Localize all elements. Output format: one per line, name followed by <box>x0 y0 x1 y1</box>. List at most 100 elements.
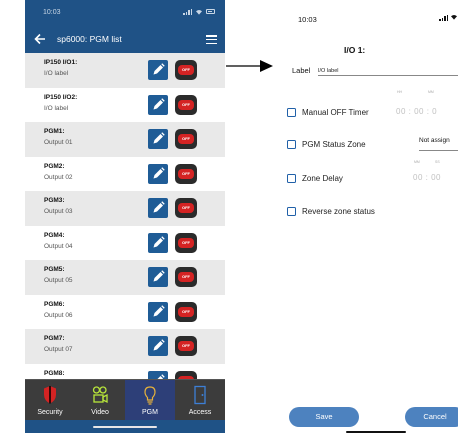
save-button[interactable]: Save <box>289 407 359 427</box>
pgm-list-item[interactable]: PGM1: Output 01 OFF <box>25 122 225 157</box>
off-label: OFF <box>178 203 194 213</box>
pgm-status-zone-select[interactable]: Not assign <box>419 137 458 151</box>
pgm-item-name: PGM4: <box>44 231 65 239</box>
tab-security-label: Security <box>37 409 63 416</box>
off-label: OFF <box>178 99 194 110</box>
delay-mm-unit: MM <box>414 160 420 164</box>
pgm-item-label: Output 02 <box>44 173 73 181</box>
back-arrow-icon[interactable] <box>33 32 47 46</box>
edit-pencil-button[interactable] <box>148 301 168 322</box>
tab-pgm[interactable]: PGM <box>125 380 175 421</box>
off-label: OFF <box>178 134 194 144</box>
tab-security[interactable]: Security <box>25 380 75 421</box>
off-label: OFF <box>178 168 194 179</box>
off-label: OFF <box>178 65 194 75</box>
manual-off-timer-checkbox[interactable] <box>287 108 296 117</box>
hamburger-menu-icon[interactable] <box>206 35 217 45</box>
home-indicator <box>25 420 225 433</box>
signal-icon <box>183 8 192 15</box>
edit-pencil-button[interactable] <box>148 129 168 149</box>
pgm-item-label: Output 07 <box>44 346 73 353</box>
pgm-list-item[interactable]: IP150 I/O1: I/O label OFF <box>25 53 225 88</box>
wifi-icon <box>451 14 457 20</box>
off-toggle-button[interactable]: OFF <box>175 163 197 184</box>
edit-pencil-button[interactable] <box>148 94 168 115</box>
pgm-status-zone-checkbox[interactable] <box>287 140 296 149</box>
pgm-item-label: Output 01 <box>44 139 73 146</box>
pgm-list: IP150 I/O1: I/O label OFF IP150 I/O2: I/O la… <box>25 53 225 398</box>
edit-pencil-button[interactable] <box>148 336 168 356</box>
tab-video[interactable]: Video <box>75 380 125 421</box>
reverse-zone-status-label: Reverse zone status <box>302 207 375 216</box>
pencil-icon <box>153 201 165 213</box>
zone-delay-value[interactable]: 00 : 00 <box>413 173 441 182</box>
pgm-item-label: Output 04 <box>44 242 73 250</box>
delay-ss-unit: SS <box>435 160 440 164</box>
off-toggle-button[interactable]: OFF <box>175 198 197 218</box>
pgm-item-label: Output 06 <box>44 311 73 319</box>
signal-icon <box>439 14 448 21</box>
pgm-item-name: PGM7: <box>44 335 65 342</box>
pgm-list-screen: 10:03 sp6000: PGM list IP150 I/O1: I/O la… <box>25 0 225 433</box>
pgm-item-name: PGM2: <box>44 162 65 170</box>
pencil-icon <box>153 339 165 351</box>
pgm-list-item[interactable]: PGM7: Output 07 OFF <box>25 329 225 364</box>
video-camera-icon <box>92 386 108 404</box>
off-toggle-button[interactable]: OFF <box>175 129 197 149</box>
pgm-list-item[interactable]: PGM5: Output 05 OFF <box>25 260 225 295</box>
cancel-button[interactable]: Cancel <box>405 407 458 427</box>
pgm-item-name: IP150 I/O2: <box>44 93 78 101</box>
edit-pencil-button[interactable] <box>148 198 168 218</box>
label-caption: Label <box>292 66 311 75</box>
timer-hh-unit: HH <box>397 90 403 94</box>
off-toggle-button[interactable]: OFF <box>175 301 197 322</box>
pgm-item-name: PGM6: <box>44 300 65 308</box>
lightbulb-icon <box>144 386 156 405</box>
edit-pencil-button[interactable] <box>148 232 168 253</box>
timer-mm-unit: MM <box>428 90 434 94</box>
off-toggle-button[interactable]: OFF <box>175 267 197 287</box>
pencil-icon <box>153 304 165 316</box>
battery-icon <box>206 9 215 14</box>
label-input[interactable] <box>318 64 458 76</box>
pgm-list-item[interactable]: PGM3: Output 03 OFF <box>25 191 225 226</box>
off-label: OFF <box>178 341 194 351</box>
pgm-item-name: PGM3: <box>44 197 65 204</box>
status-time: 10:03 <box>298 15 317 24</box>
door-icon <box>194 385 206 405</box>
pgm-list-item[interactable]: IP150 I/O2: I/O label OFF <box>25 87 225 122</box>
manual-off-timer-value[interactable]: 00 : 00 : 0 <box>396 107 437 116</box>
zone-delay-checkbox[interactable] <box>287 174 296 183</box>
off-toggle-button[interactable]: OFF <box>175 232 197 253</box>
zone-delay-label: Zone Delay <box>302 174 343 183</box>
pencil-icon <box>153 63 165 75</box>
off-toggle-button[interactable]: OFF <box>175 94 197 115</box>
manual-off-timer-label: Manual OFF Timer <box>302 108 369 117</box>
off-toggle-button[interactable]: OFF <box>175 336 197 356</box>
page-title: sp6000: PGM list <box>57 34 122 44</box>
edit-pencil-button[interactable] <box>148 267 168 287</box>
tab-access[interactable]: Access <box>175 380 225 421</box>
pgm-status-zone-label: PGM Status Zone <box>302 140 366 149</box>
pencil-icon <box>153 166 165 178</box>
status-time: 10:03 <box>43 9 61 16</box>
pgm-list-item[interactable]: PGM6: Output 06 OFF <box>25 294 225 329</box>
pencil-icon <box>153 132 165 144</box>
status-icons <box>439 14 458 21</box>
off-toggle-button[interactable]: OFF <box>175 60 197 80</box>
pencil-icon <box>153 270 165 282</box>
edit-pencil-button[interactable] <box>148 163 168 184</box>
io-edit-screen: 10:03 I/O 1: Label Manual OFF Timer HH M… <box>276 0 458 433</box>
shield-icon <box>44 386 56 404</box>
pencil-icon <box>153 235 165 247</box>
edit-pencil-button[interactable] <box>148 60 168 80</box>
tab-video-label: Video <box>91 409 109 416</box>
tab-pgm-label: PGM <box>142 409 158 416</box>
pgm-item-label: I/O label <box>44 70 69 77</box>
reverse-zone-status-checkbox[interactable] <box>287 207 296 216</box>
transition-arrow-icon <box>226 60 273 72</box>
pgm-list-item[interactable]: PGM2: Output 02 OFF <box>25 156 225 191</box>
pgm-item-name: PGM8: <box>44 369 65 377</box>
pgm-list-item[interactable]: PGM4: Output 04 OFF <box>25 225 225 260</box>
off-label: OFF <box>178 272 194 282</box>
